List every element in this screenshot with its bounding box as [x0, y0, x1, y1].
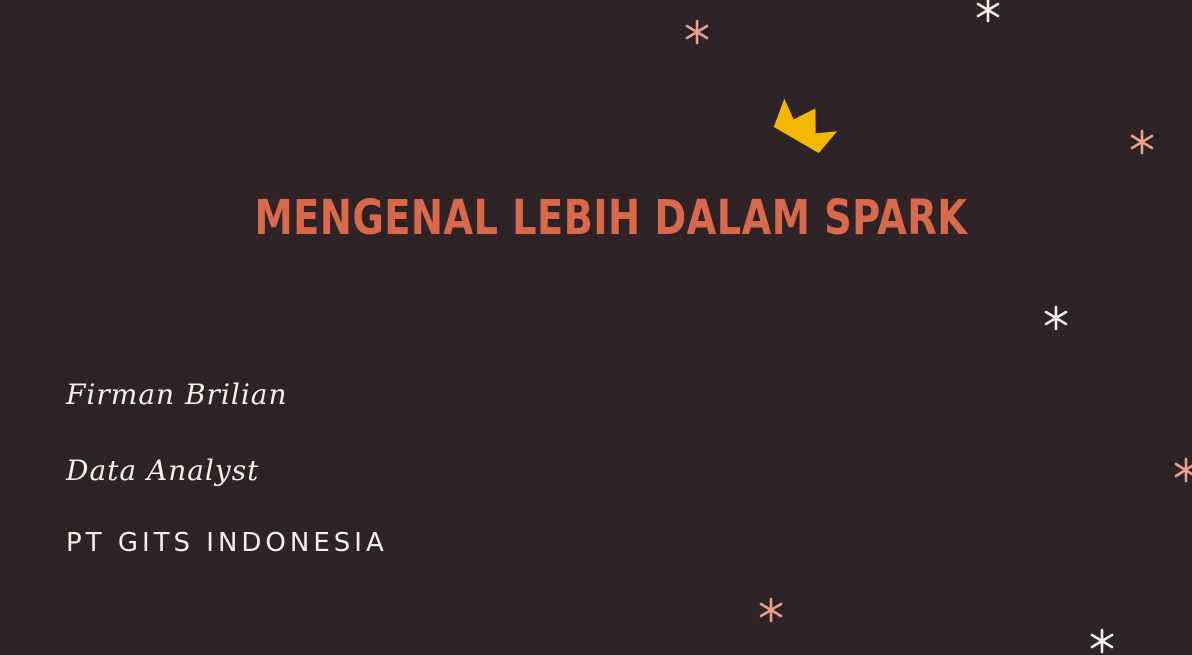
crown-icon [768, 98, 842, 162]
asterisk-star-icon [974, 0, 1002, 24]
asterisk-star-icon [683, 18, 711, 46]
company-name: PT GITS INDONESIA [66, 528, 388, 558]
presenter-role: Data Analyst [66, 454, 260, 487]
presenter-name: Firman Brilian [66, 378, 288, 411]
asterisk-star-icon [1042, 304, 1070, 332]
asterisk-star-icon [1172, 456, 1192, 484]
slide-title: MENGENAL LEBIH DALAM SPARK [254, 190, 968, 246]
asterisk-star-icon [757, 596, 785, 624]
title-slide: MENGENAL LEBIH DALAM SPARK Firman Brilia… [0, 0, 1192, 655]
asterisk-star-icon [1128, 128, 1156, 156]
asterisk-star-icon [1088, 627, 1116, 655]
